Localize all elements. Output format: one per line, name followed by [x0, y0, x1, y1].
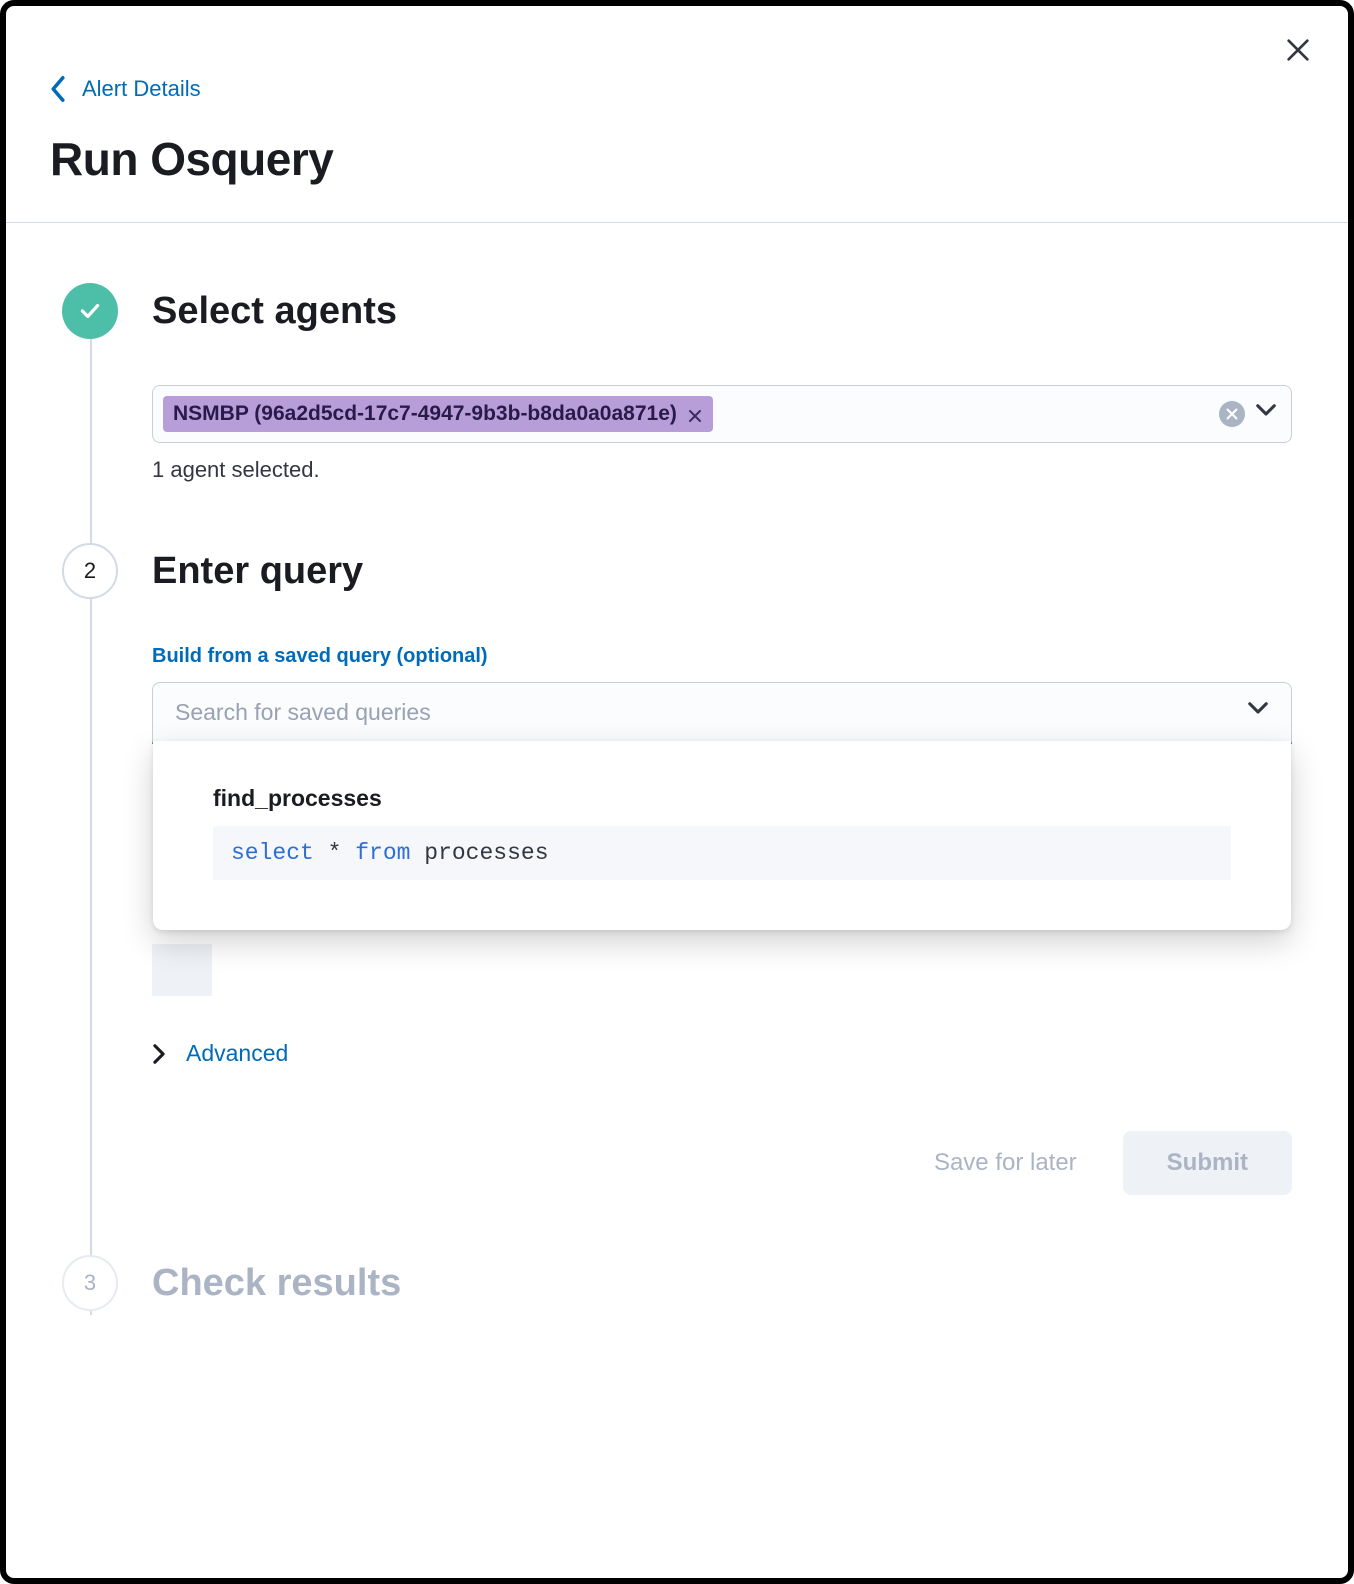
agent-dropdown-toggle[interactable] [1255, 403, 1277, 425]
page-title: Run Osquery [50, 132, 1304, 186]
chevron-right-icon [152, 1043, 166, 1065]
chevron-down-icon [1247, 701, 1269, 715]
save-for-later-button[interactable]: Save for later [924, 1135, 1087, 1191]
saved-query-option-sql: select * from processes [213, 826, 1231, 880]
saved-query-dropdown-toggle[interactable] [1247, 701, 1269, 723]
saved-query-option[interactable]: find_processes select * from processes [213, 785, 1231, 880]
step-1-title: Select agents [152, 283, 1292, 339]
chevron-left-icon [50, 76, 66, 102]
saved-query-label: Build from a saved query (optional) [152, 645, 1292, 668]
agent-hint: 1 agent selected. [152, 457, 1292, 483]
agent-clear-all[interactable] [1219, 401, 1245, 427]
agent-pill-remove[interactable] [687, 406, 703, 422]
advanced-toggle[interactable]: Advanced [152, 1040, 1292, 1067]
saved-query-dropdown: find_processes select * from processes [153, 741, 1291, 930]
step-2-indicator: 2 [62, 543, 118, 599]
step-3-indicator: 3 [62, 1255, 118, 1311]
breadcrumb-label: Alert Details [82, 76, 201, 102]
step-connector [90, 599, 92, 1315]
saved-query-input[interactable] [175, 699, 1247, 726]
saved-query-option-name: find_processes [213, 785, 1231, 812]
check-icon [77, 298, 103, 324]
agent-selector[interactable]: NSMBP (96a2d5cd-17c7-4947-9b3b-b8da0a0a8… [152, 385, 1292, 443]
step-2-title: Enter query [152, 543, 1292, 599]
saved-query-combobox[interactable]: find_processes select * from processes [152, 682, 1292, 744]
x-icon [687, 408, 703, 424]
close-icon [1282, 34, 1314, 66]
agent-pill-label: NSMBP (96a2d5cd-17c7-4947-9b3b-b8da0a0a8… [173, 402, 677, 426]
step-1-indicator [62, 283, 118, 339]
agent-pill: NSMBP (96a2d5cd-17c7-4947-9b3b-b8da0a0a8… [163, 396, 713, 432]
step-3-title: Check results [152, 1255, 1292, 1311]
close-button[interactable] [1282, 34, 1314, 66]
chevron-down-icon [1255, 403, 1277, 417]
submit-button[interactable]: Submit [1123, 1131, 1292, 1195]
advanced-label: Advanced [186, 1040, 288, 1067]
query-editor-gutter [152, 944, 212, 996]
x-icon [1225, 407, 1239, 421]
breadcrumb-back[interactable]: Alert Details [50, 76, 1304, 102]
